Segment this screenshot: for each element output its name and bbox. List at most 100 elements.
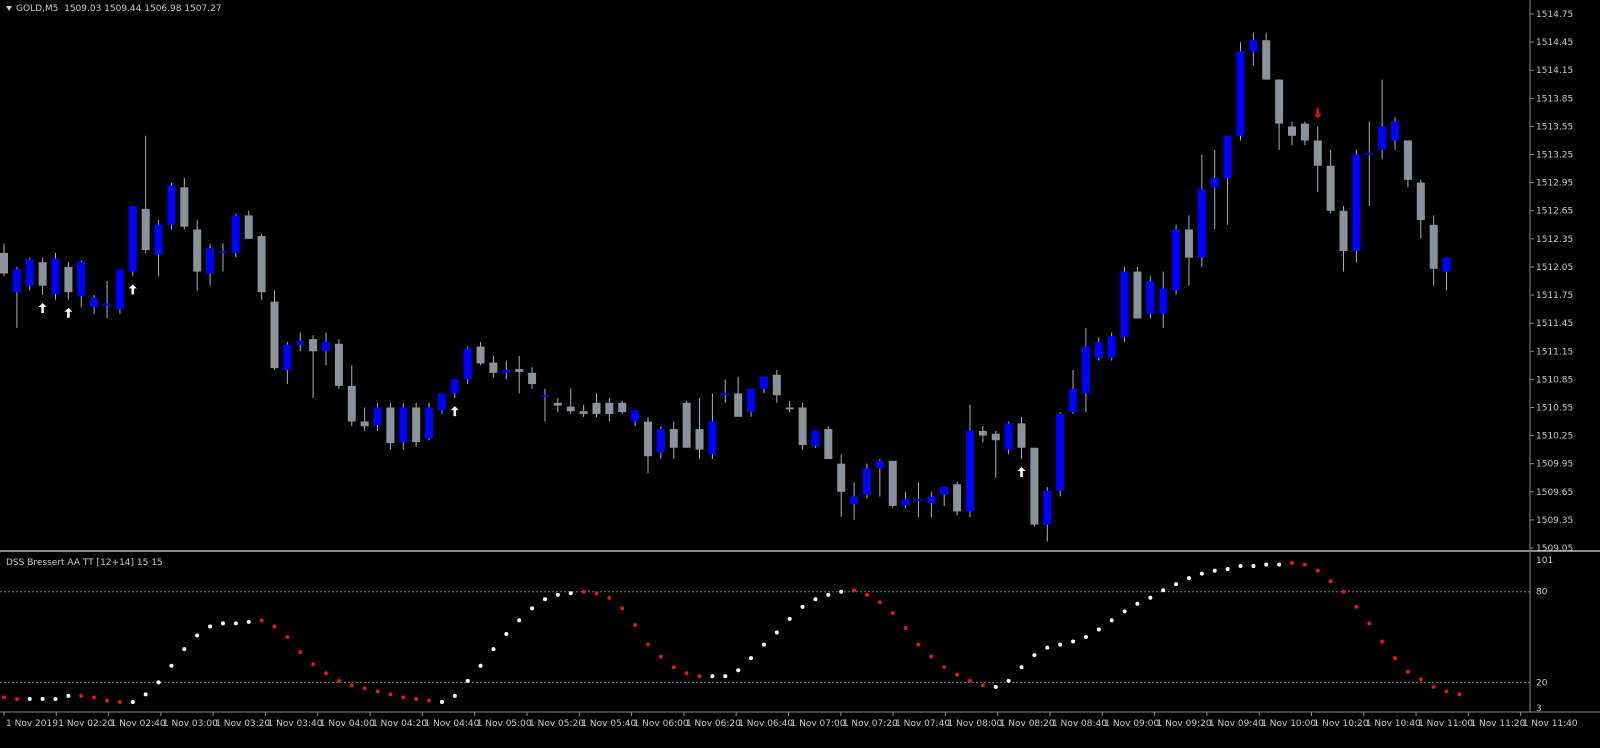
indicator-dot-rising [993,684,998,689]
indicator-dot-rising [491,647,496,652]
main-chart-frame [0,0,1600,552]
time-tick-label: 1 Nov 09:20 [1157,719,1212,729]
time-tick-label: 1 Nov 06:00 [634,719,689,729]
indicator-dot-rising [1006,678,1011,683]
price-tick-label: 1510.85 [1536,375,1573,385]
indicator-dot-rising [156,680,161,685]
indicator-dot-falling [1290,561,1294,566]
candle-body [1378,126,1387,150]
bull-candle [1172,224,1181,296]
candle-body [695,429,704,450]
indicator-dot-rising [839,589,844,594]
bear-candle [695,398,704,459]
bear-candle [180,177,189,230]
candle-body [734,393,743,417]
time-tick-label: 1 Nov 06:40 [738,719,793,729]
candle-body [1352,154,1361,252]
bear-candle [347,365,356,427]
bull-candle [1197,154,1206,267]
bear-candle [528,367,537,389]
bear-candle [489,355,498,378]
candle-body [476,346,485,364]
candle-body [206,248,215,274]
bull-candle [811,430,820,448]
indicator-dot-falling [633,622,638,627]
candle-body [927,496,936,504]
bull-candle [862,463,871,499]
bear-candle [553,398,562,413]
indicator-dot-rising [568,591,573,596]
indicator-dot-falling [890,610,895,615]
indicator-dot-falling [272,624,277,629]
up-arrow-icon [128,284,137,295]
candle-body [231,215,240,253]
bull-candle [1236,42,1245,141]
candle-body [1120,271,1129,338]
candle-body [850,496,859,504]
time-tick-label: 1 Nov 10:20 [1314,719,1369,729]
indicator-dot-falling [658,654,663,659]
indicator-dot-falling [1315,568,1320,573]
indicator-dot-falling [414,696,419,701]
candle-body [347,385,356,422]
candle-body [875,460,884,469]
price-tick-label: 1509.05 [1536,544,1573,554]
candle-body [1146,281,1155,314]
candle-body [51,258,60,295]
bull-candle [296,332,305,352]
bull-candle [115,269,124,314]
bull-candle [1352,149,1361,263]
bull-candle [77,260,86,308]
bull-candle [231,213,240,258]
candle-body [450,379,459,394]
indicator-dot-rising [195,633,200,638]
indicator-dot-rising [1251,564,1256,569]
bull-candle [631,410,640,427]
bear-candle [798,402,807,450]
indicator-dot-rising [555,592,560,597]
indicator-dot-falling [401,695,406,700]
indicator-tick-label: 3 [1536,704,1542,714]
candle-body [167,185,176,225]
indicator-dot-falling [1431,684,1436,689]
down-arrow-icon [1313,108,1322,119]
candle-body [579,411,588,415]
indicator-dot-rising [1071,639,1076,644]
candle-body [1133,271,1142,319]
indicator-dot-rising [1174,582,1179,587]
candle-body [772,374,781,396]
indicator-dot-falling [2,695,6,700]
time-tick-label: 1 Nov 2019 [6,719,58,729]
candle-body [669,429,678,448]
indicator-dot-rising [1199,571,1204,576]
bull-candle [12,266,21,328]
candle-body [1210,177,1219,188]
candle-body [798,407,807,445]
indicator-dot-rising [1019,665,1024,670]
price-tick-label: 1513.85 [1536,94,1573,104]
candle-body [115,269,124,310]
candle-body [296,340,305,345]
time-tick-label: 1 Nov 05:00 [477,719,532,729]
indicator-dot-rising [1264,562,1269,567]
candle-body [566,406,575,412]
price-chart[interactable]: 1514.75 1514.45 1514.15 1513.85 1513.55 1513.… [0,0,1600,748]
bear-candle [38,257,47,296]
candle-body [540,395,549,397]
candle-body [0,252,8,274]
indicator-dot-rising [504,632,509,636]
indicator-dot-rising [465,678,470,683]
bull-candle [128,206,137,277]
bear-candle [1416,179,1425,239]
indicator-dot-rising [517,618,522,623]
price-tick-label: 1514.75 [1536,10,1573,20]
candle-body [334,343,343,386]
candle-body [64,266,73,293]
indicator-dot-rising [130,699,135,704]
indicator-dot-falling [336,678,341,683]
bull-candle [51,252,60,300]
bull-candle [1120,266,1129,342]
indicator-dot-rising [143,692,148,697]
bull-candle [747,388,756,417]
indicator-dot-falling [362,686,367,691]
